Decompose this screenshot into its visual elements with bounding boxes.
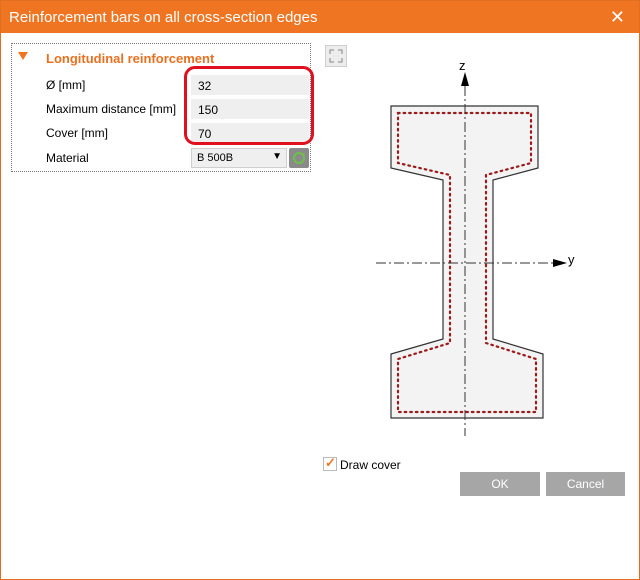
close-icon[interactable]: ✕ [610, 7, 625, 28]
cover-label: Cover [mm] [46, 126, 109, 140]
material-label: Material [46, 151, 89, 165]
expand-view-button[interactable] [325, 45, 347, 67]
draw-cover-label: Draw cover [340, 458, 401, 472]
max-distance-label: Maximum distance [mm] [46, 102, 177, 116]
i-section-outline [390, 105, 544, 419]
draw-cover-checkbox[interactable]: ✓ [323, 455, 337, 471]
y-arrow-icon [553, 259, 567, 267]
refresh-icon [293, 152, 305, 164]
section-title: Longitudinal reinforcement [46, 51, 215, 66]
window-title: Reinforcement bars on all cross-section … [9, 9, 318, 26]
highlight-frame [184, 66, 314, 145]
y-axis-label: y [568, 252, 575, 267]
cross-section-drawing: z y [376, 58, 575, 436]
z-arrow-icon [461, 72, 469, 86]
z-axis-label: z [459, 58, 466, 73]
dropdown-arrow-icon[interactable]: ▼ [272, 151, 282, 162]
material-value: B 500B [197, 152, 234, 164]
title-bar: Reinforcement bars on all cross-section … [1, 1, 639, 33]
material-select[interactable]: B 500B ▼ [191, 148, 287, 168]
material-library-button[interactable] [289, 148, 309, 168]
diameter-label: Ø [mm] [46, 78, 86, 92]
dialog-window: Reinforcement bars on all cross-section … [0, 0, 640, 580]
collapse-triangle-icon[interactable] [18, 52, 28, 60]
checkmark-icon: ✓ [325, 455, 336, 470]
cancel-button[interactable]: Cancel [546, 472, 625, 496]
material-row: Material B 500B ▼ [12, 147, 310, 169]
expand-icon [329, 49, 343, 63]
ok-button[interactable]: OK [460, 472, 540, 496]
